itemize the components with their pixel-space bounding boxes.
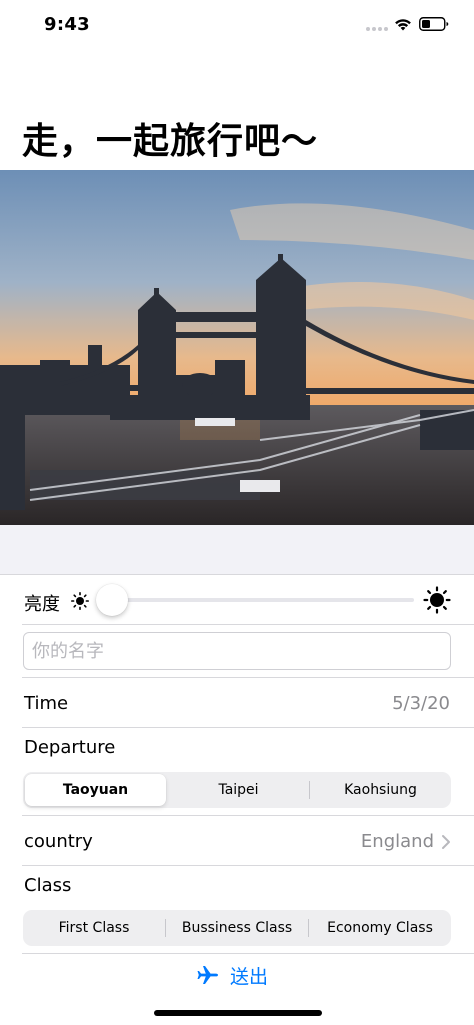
send-button[interactable]: 送出 bbox=[196, 958, 286, 992]
class-option-first[interactable]: First Class bbox=[23, 912, 165, 944]
section-header-space bbox=[0, 525, 474, 575]
departure-option-taipei[interactable]: Taipei bbox=[168, 774, 309, 806]
divider bbox=[22, 815, 474, 816]
departure-option-taoyuan[interactable]: Taoyuan bbox=[25, 774, 166, 806]
sun-small-icon bbox=[71, 592, 89, 610]
class-label: Class bbox=[24, 875, 72, 896]
country-value[interactable]: England bbox=[361, 831, 434, 852]
screen: 9:43 走，一起旅行吧～ 亮度 你的名字 Time 5/3/20 Depart… bbox=[0, 0, 474, 1025]
divider bbox=[22, 727, 474, 728]
status-bar: 9:43 bbox=[0, 0, 474, 50]
time-label: Time bbox=[24, 693, 69, 714]
name-input[interactable] bbox=[23, 632, 451, 670]
divider bbox=[0, 574, 474, 575]
chevron-right-icon[interactable] bbox=[441, 834, 451, 850]
time-value[interactable]: 5/3/20 bbox=[392, 693, 450, 714]
send-label: 送出 bbox=[230, 965, 269, 988]
divider bbox=[22, 677, 474, 678]
country-label: country bbox=[24, 831, 93, 852]
airplane-icon bbox=[197, 966, 218, 984]
departure-option-kaohsiung[interactable]: Kaohsiung bbox=[310, 774, 451, 806]
class-segmented-control: First Class Bussiness Class Economy Clas… bbox=[23, 910, 451, 946]
brightness-label: 亮度 bbox=[24, 594, 60, 615]
status-time: 9:43 bbox=[44, 14, 90, 35]
tower-bridge-photo bbox=[0, 170, 474, 525]
home-indicator bbox=[154, 1010, 322, 1016]
brightness-slider-track[interactable] bbox=[112, 598, 414, 602]
divider bbox=[22, 624, 474, 625]
departure-label: Departure bbox=[24, 737, 116, 758]
divider bbox=[22, 865, 474, 866]
brightness-slider-thumb[interactable] bbox=[96, 584, 128, 616]
page-title: 走，一起旅行吧～ bbox=[22, 121, 319, 162]
class-option-business[interactable]: Bussiness Class bbox=[166, 912, 308, 944]
battery-icon bbox=[419, 17, 449, 31]
departure-segmented-control: Taoyuan Taipei Kaohsiung bbox=[23, 772, 451, 808]
signal-dots-icon bbox=[366, 27, 388, 33]
divider bbox=[22, 953, 474, 954]
wifi-icon bbox=[395, 19, 411, 31]
sun-large-icon bbox=[423, 586, 451, 614]
class-option-economy[interactable]: Economy Class bbox=[309, 912, 451, 944]
